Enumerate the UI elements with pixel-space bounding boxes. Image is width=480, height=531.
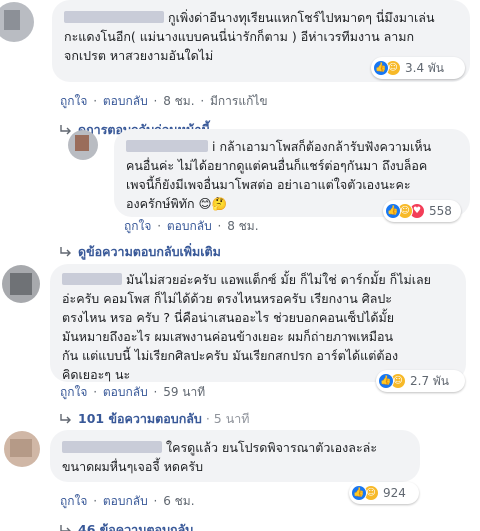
comment-text: เพจนี้ก็ยังมีเพจอื่นมาโพสต่อ อย่าเอาแต่ใ… — [126, 177, 411, 192]
comment-actions: ถูกใจ · ตอบกลับ · 8 ชม. — [124, 219, 259, 233]
avatar[interactable] — [0, 2, 34, 42]
like-reaction-icon: 👍 — [378, 373, 394, 389]
comment-text: กูเพิ่งด่าอีนางทุเรียนแหกโชร์ไปหมาดๆ นี่… — [168, 10, 435, 25]
like-reaction-icon: 👍 — [373, 60, 389, 76]
avatar[interactable] — [2, 265, 40, 303]
comment-text: ตรงไหน หรอ ครับ ? นี่คือน่าเสนออะไร ช่วย… — [62, 310, 395, 325]
author-name-redacted[interactable] — [62, 441, 162, 453]
comment-text: อ่ะครับ คอมโพส ก็ไม่ได้ด้วย ตรงไหนหรอครั… — [62, 291, 393, 306]
reaction-count: 3.4 พัน — [405, 60, 445, 75]
comment-bubble: ใครดูแล้ว ยนโปรดพิจารณาตัวเองละล่ะ ขนาดผ… — [50, 430, 420, 482]
like-reaction-icon: 👍 — [351, 485, 367, 501]
reaction-count: 924 — [383, 486, 406, 500]
comment-text: ใครดูแล้ว ยนโปรดพิจารณาตัวเองละล่ะ — [166, 440, 378, 455]
avatar[interactable] — [4, 431, 40, 467]
timestamp[interactable]: 6 ชม. — [163, 494, 194, 508]
comment-text: กัน แต่แบบนี้ ไม่เรียกศิลปะครับ มันเรียก… — [62, 348, 399, 363]
comment-actions: ถูกใจ · ตอบกลับ · 59 นาที — [60, 385, 206, 399]
reaction-summary[interactable]: 👍 ☺ 2.7 พัน — [376, 370, 465, 392]
author-name-redacted[interactable] — [62, 273, 122, 285]
reply-button[interactable]: ตอบกลับ — [167, 219, 212, 233]
comment-text: กะแดงโนอีก( แม่นางแบบคนนี่น่ารักก็ตาม ) … — [64, 29, 415, 44]
reaction-summary[interactable]: 👍 ☺ ♥ 558 — [383, 200, 461, 222]
reaction-summary[interactable]: 👍 ☺ 3.4 พัน — [371, 57, 465, 79]
reply-arrow-icon — [60, 247, 71, 257]
comment-text: i กล้าเอามาโพสก็ต้องกล้ารับฟังความเห็น — [212, 139, 432, 154]
reply-arrow-icon — [60, 414, 71, 424]
timestamp[interactable]: 59 นาที — [163, 385, 205, 399]
comment-actions: ถูกใจ · ตอบกลับ · 6 ชม. — [60, 494, 195, 508]
like-button[interactable]: ถูกใจ — [60, 385, 87, 399]
reply-button[interactable]: ตอบกลับ — [103, 385, 148, 399]
comment-bubble: มันไม่สวยอ่ะครับ แอพแต็กซ์ มั้ย ก็ไม่ใช่… — [50, 264, 466, 382]
like-reaction-icon: 👍 — [385, 203, 401, 219]
edited-label[interactable]: มีการแก้ไข — [210, 94, 268, 108]
timestamp[interactable]: 8 ชม. — [163, 94, 194, 108]
comment-text: มันไม่สวยอ่ะครับ แอพแต็กซ์ มั้ย ก็ไม่ใช่… — [126, 272, 431, 287]
reply-arrow-icon — [60, 525, 71, 531]
replies-count-link[interactable]: 101 ข้อความตอบกลับ · 5 นาที — [60, 409, 250, 429]
like-button[interactable]: ถูกใจ — [60, 494, 87, 508]
timestamp[interactable]: 8 ชม. — [227, 219, 258, 233]
reaction-count: 558 — [429, 204, 452, 218]
view-more-replies-link[interactable]: ดูข้อความตอบกลับเพิ่มเติม — [60, 242, 221, 262]
replies-time: 5 นาที — [213, 411, 250, 426]
reply-arrow-icon — [60, 125, 71, 135]
avatar[interactable] — [68, 130, 98, 160]
reply-button[interactable]: ตอบกลับ — [103, 94, 148, 108]
comment-actions: ถูกใจ · ตอบกลับ · 8 ชม. · มีการแก้ไข — [60, 94, 268, 108]
author-name-redacted[interactable] — [126, 140, 208, 152]
reply-button[interactable]: ตอบกลับ — [103, 494, 148, 508]
replies-count-link[interactable]: 46 ข้อความตอบกลับ — [60, 520, 193, 531]
comment-text: มันหมายถึงอะไร ผมเสพงานค่อนข้างเยอะ ผมก็… — [62, 329, 394, 344]
like-button[interactable]: ถูกใจ — [60, 94, 87, 108]
comment-text: ขนาดผมหื่นๆเจอจี้ หดครับ — [62, 459, 204, 474]
like-button[interactable]: ถูกใจ — [124, 219, 151, 233]
author-name-redacted[interactable] — [64, 11, 164, 23]
comment-text: คนอื่นค่ะ ไม่ได้อยากดูแต่คนอื่นก็แชร์ต่อ… — [126, 158, 428, 173]
reaction-count: 2.7 พัน — [410, 373, 450, 388]
reaction-summary[interactable]: 👍 ☺ 924 — [349, 482, 419, 504]
